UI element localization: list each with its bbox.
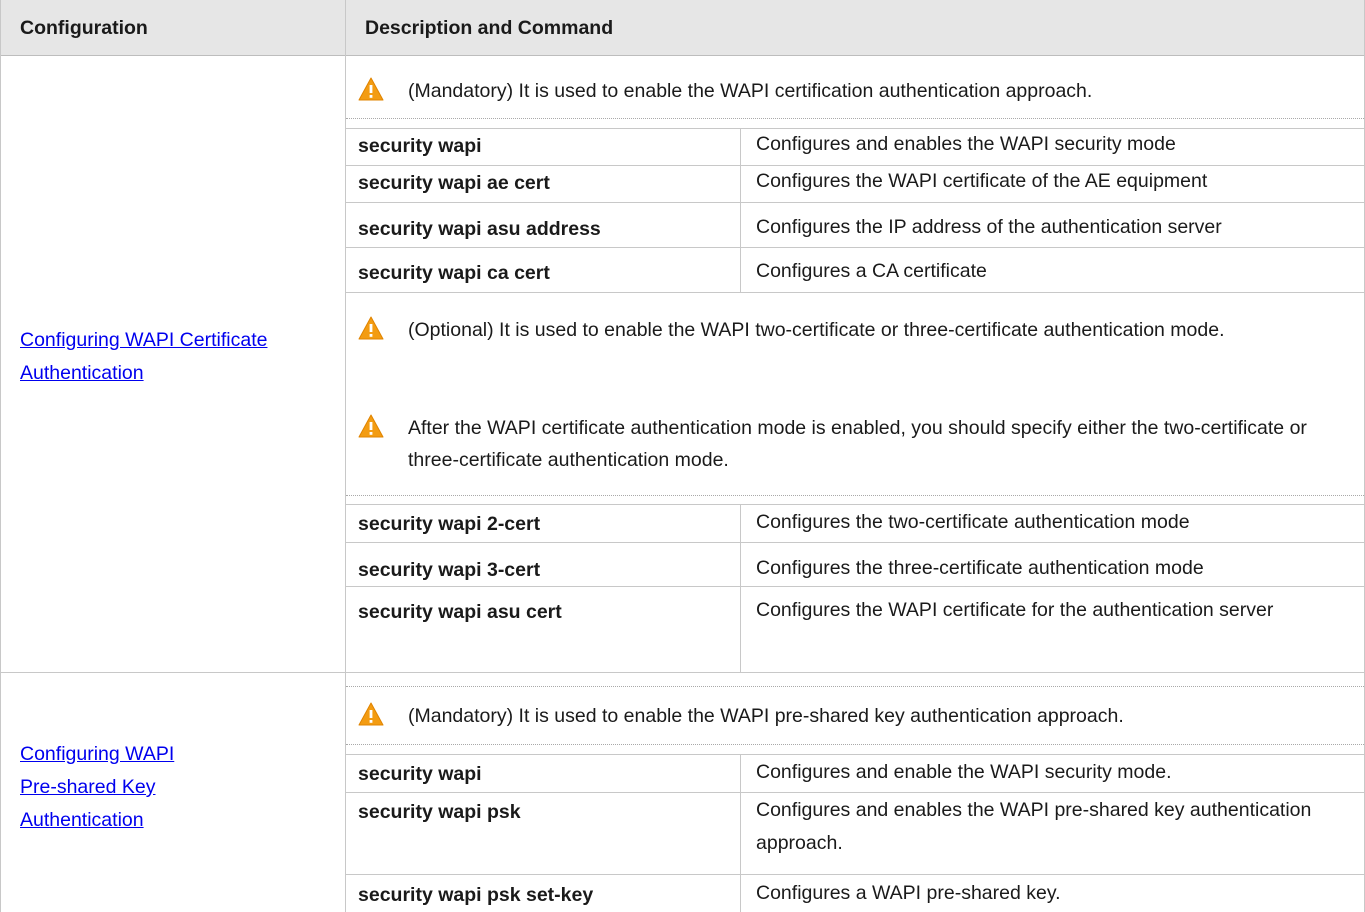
cell-divider <box>740 128 741 292</box>
command-description: Configures the IP address of the authent… <box>756 216 1222 238</box>
command-security-wapi-psk-set-key: security wapi psk set-key <box>358 884 594 906</box>
command-description: Configures the WAPI certificate for the … <box>756 599 1274 621</box>
table-header: Configuration Description and Command <box>0 0 1365 56</box>
note-text: (Mandatory) It is used to enable the WAP… <box>408 80 1093 102</box>
column-divider <box>345 0 346 912</box>
link-configuring-wapi-certificate-authentication[interactable]: Configuring WAPI Certificate Authenticat… <box>20 324 267 390</box>
row-line <box>346 754 1364 755</box>
note-text: (Mandatory) It is used to enable the WAP… <box>408 705 1124 727</box>
row-line <box>346 792 1364 793</box>
warning-triangle-icon <box>358 77 384 101</box>
cell-divider <box>740 754 741 912</box>
command-description: Configures and enable the WAPI security … <box>756 761 1172 783</box>
command-security-wapi-psk: security wapi psk <box>358 801 521 823</box>
dotted-divider <box>346 744 1364 745</box>
header-description: Description and Command <box>365 17 614 39</box>
row-line <box>346 542 1364 543</box>
warning-triangle-icon <box>358 702 384 726</box>
command-description: Configures the three-certificate authent… <box>756 557 1204 579</box>
table-border-left <box>0 0 1 912</box>
dotted-divider <box>346 495 1364 496</box>
command-description: Configures and enables the WAPI pre-shar… <box>756 799 1312 854</box>
warning-triangle-icon <box>358 414 384 438</box>
link-configuring-wapi-pre-shared-key-authentication[interactable]: Configuring WAPI Pre-shared Key Authenti… <box>20 738 174 837</box>
command-description: Configures a CA certificate <box>756 260 987 282</box>
row-line <box>346 202 1364 203</box>
command-security-wapi-2-cert: security wapi 2-cert <box>358 513 541 535</box>
cell-divider <box>740 504 741 672</box>
command-description: Configures and enables the WAPI security… <box>756 133 1176 155</box>
command-security-wapi: security wapi <box>358 763 482 785</box>
note-text: (Optional) It is used to enable the WAPI… <box>408 319 1225 341</box>
row-line <box>346 247 1364 248</box>
command-security-wapi-asu-cert: security wapi asu cert <box>358 601 562 623</box>
row-line <box>346 874 1364 875</box>
warning-triangle-icon <box>358 316 384 340</box>
command-security-wapi-asu-address: security wapi asu address <box>358 218 601 240</box>
command-description: Configures the two-certificate authentic… <box>756 511 1190 533</box>
command-security-wapi: security wapi <box>358 135 482 157</box>
command-security-wapi-3-cert: security wapi 3-cert <box>358 559 541 581</box>
header-configuration: Configuration <box>20 17 148 39</box>
config-table: Configuration Description and Command Co… <box>0 0 1365 912</box>
section-divider <box>0 672 1365 673</box>
command-security-wapi-ca-cert: security wapi ca cert <box>358 262 550 284</box>
row-line <box>346 504 1364 505</box>
note-text: After the WAPI certificate authenticatio… <box>408 417 1307 471</box>
row-line <box>346 586 1364 587</box>
command-description: Configures a WAPI pre-shared key. <box>756 882 1061 904</box>
dotted-divider <box>346 686 1364 687</box>
row-line <box>346 292 1364 293</box>
command-security-wapi-ae-cert: security wapi ae cert <box>358 172 550 194</box>
dotted-divider <box>346 118 1364 119</box>
command-description: Configures the WAPI certificate of the A… <box>756 170 1208 192</box>
